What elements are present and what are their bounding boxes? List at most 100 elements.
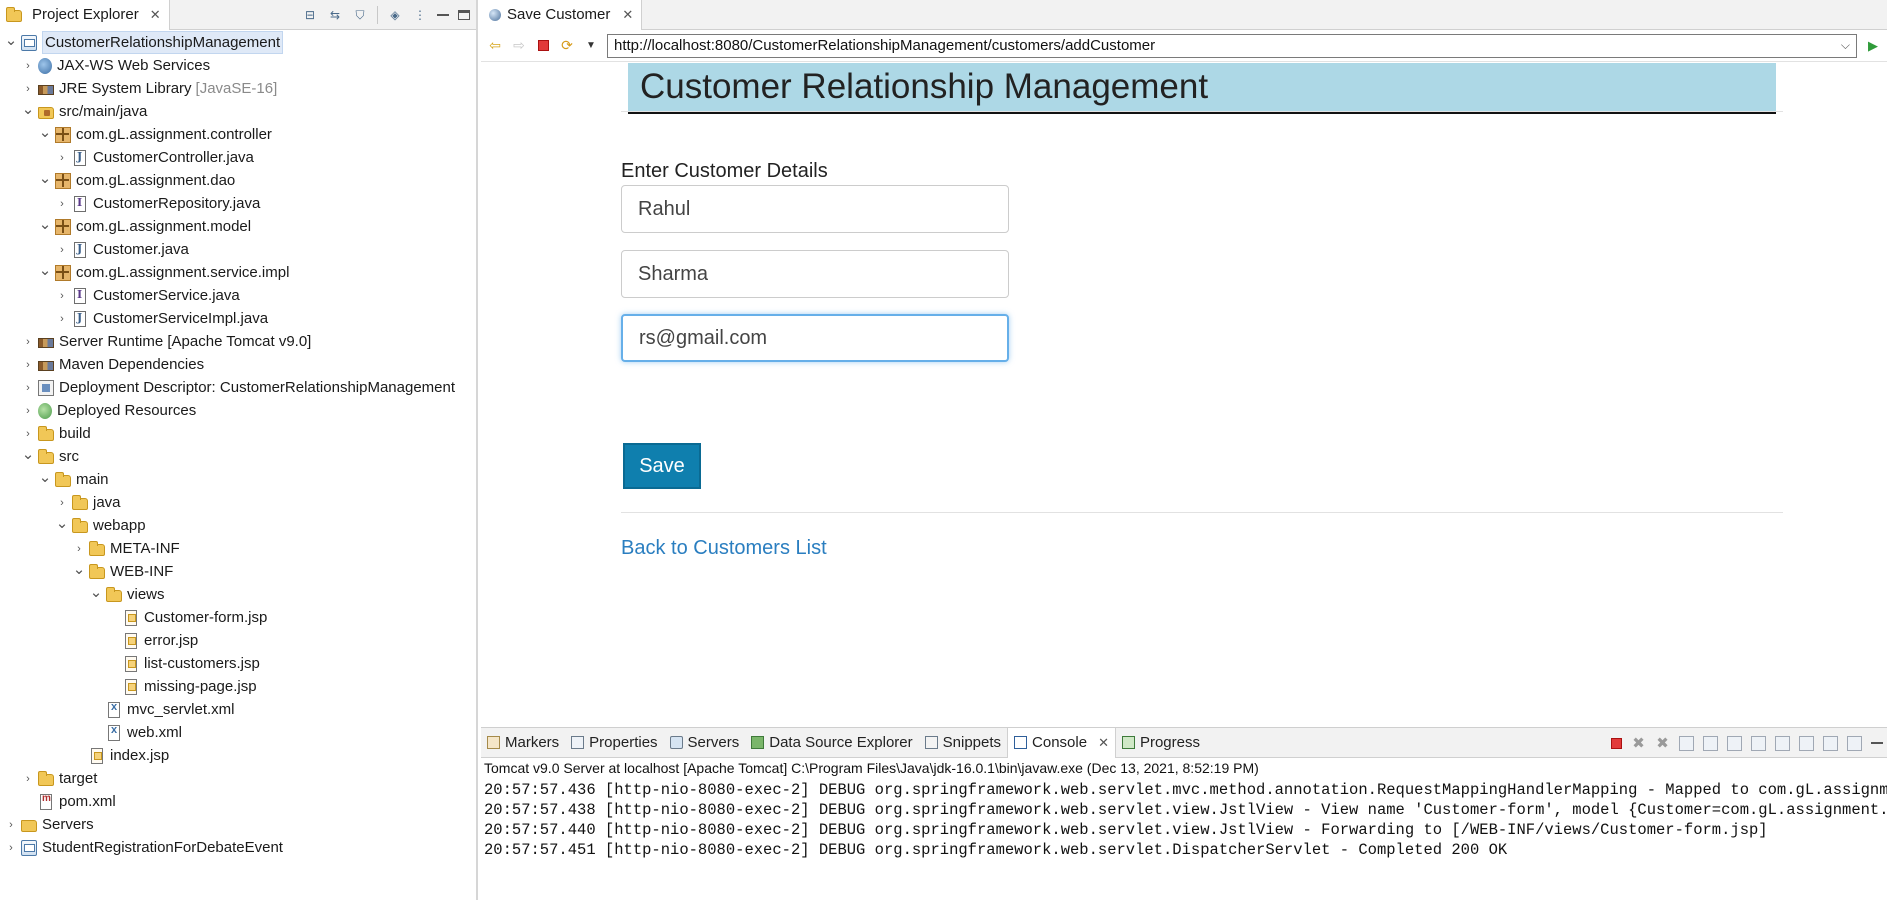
tree-item[interactable]: ⌄ views: [0, 583, 476, 606]
close-icon[interactable]: ✕: [150, 7, 161, 23]
tree-item[interactable]: ⌄ com.gL.assignment.service.impl: [0, 261, 476, 284]
chevron-right-icon[interactable]: ›: [21, 404, 35, 418]
chevron-right-icon[interactable]: ›: [21, 59, 35, 73]
link-with-editor-icon[interactable]: ⇆: [327, 7, 343, 23]
chevron-right-icon[interactable]: ›: [55, 496, 69, 510]
tree-item[interactable]: › META-INF: [0, 537, 476, 560]
tree-item[interactable]: ›missing-page.jsp: [0, 675, 476, 698]
console-tab[interactable]: Data Source Explorer: [745, 728, 918, 758]
tree-item[interactable]: › target: [0, 767, 476, 790]
pin-console-icon[interactable]: [1799, 735, 1814, 751]
console-tab[interactable]: Servers: [664, 728, 746, 758]
remove-launch-icon[interactable]: ✖: [1631, 736, 1646, 751]
tree-item[interactable]: › Deployed Resources: [0, 399, 476, 422]
tree-item[interactable]: › Customer.java: [0, 238, 476, 261]
chevron-down-icon[interactable]: ⌄: [38, 262, 52, 279]
tree-item[interactable]: › CustomerService.java: [0, 284, 476, 307]
chevron-down-icon[interactable]: ⌄: [4, 32, 18, 49]
tree-item[interactable]: ›web.xml: [0, 721, 476, 744]
chevron-down-icon[interactable]: ⌄: [72, 561, 86, 578]
refresh-icon[interactable]: ⟳: [559, 37, 575, 54]
back-to-customers-link[interactable]: Back to Customers List: [621, 537, 827, 560]
collapse-all-icon[interactable]: ⊟: [302, 7, 318, 23]
view-menu-icon[interactable]: ⋮: [412, 7, 428, 23]
chevron-right-icon[interactable]: ›: [21, 427, 35, 441]
tree-item[interactable]: › java: [0, 491, 476, 514]
stop-button[interactable]: [535, 38, 551, 54]
terminate-icon[interactable]: [1611, 737, 1622, 749]
minimize-icon[interactable]: [437, 14, 449, 16]
show-stdout-icon[interactable]: [1751, 735, 1766, 751]
tree-item[interactable]: ⌄ webapp: [0, 514, 476, 537]
focus-icon[interactable]: ◈: [387, 7, 403, 23]
filter-icon[interactable]: ⛉: [352, 7, 368, 23]
close-icon[interactable]: ✕: [622, 7, 633, 23]
console-tab[interactable]: Snippets: [919, 728, 1007, 758]
chevron-right-icon[interactable]: ›: [4, 841, 18, 855]
first-name-field[interactable]: [621, 185, 1009, 233]
chevron-down-icon[interactable]: ▼: [583, 38, 599, 54]
tree-item[interactable]: › StudentRegistrationForDebateEvent: [0, 836, 476, 859]
chevron-right-icon[interactable]: ›: [21, 772, 35, 786]
tree-item[interactable]: ⌄ com.gL.assignment.controller: [0, 123, 476, 146]
open-console-icon[interactable]: [1847, 735, 1862, 751]
word-wrap-icon[interactable]: [1727, 735, 1742, 751]
tree-item[interactable]: ⌄ main: [0, 468, 476, 491]
chevron-right-icon[interactable]: ›: [21, 358, 35, 372]
last-name-field[interactable]: [621, 250, 1009, 298]
chevron-down-icon[interactable]: ⌄: [55, 515, 69, 532]
chevron-right-icon[interactable]: ›: [21, 82, 35, 96]
chevron-right-icon[interactable]: ›: [4, 818, 18, 832]
tree-item[interactable]: ⌄ com.gL.assignment.dao: [0, 169, 476, 192]
chevron-down-icon[interactable]: ⌄: [38, 124, 52, 141]
show-stderr-icon[interactable]: [1775, 735, 1790, 751]
maximize-icon[interactable]: [458, 10, 470, 20]
project-explorer-tab[interactable]: Project Explorer ✕: [0, 0, 170, 30]
back-arrow-icon[interactable]: ⇦: [487, 37, 503, 54]
console-tab[interactable]: Properties: [565, 728, 663, 758]
tree-item[interactable]: › JRE System Library [JavaSE-16]: [0, 77, 476, 100]
console-tab[interactable]: Console ✕: [1007, 727, 1116, 758]
tree-item[interactable]: ›Customer-form.jsp: [0, 606, 476, 629]
close-icon[interactable]: ✕: [1098, 735, 1109, 751]
tree-item[interactable]: ⌄ CustomerRelationshipManagement: [0, 31, 476, 54]
minimize-icon[interactable]: [1871, 742, 1883, 744]
chevron-down-icon[interactable]: ⌄: [21, 101, 35, 118]
tree-item[interactable]: ›list-customers.jsp: [0, 652, 476, 675]
scroll-lock-icon[interactable]: [1703, 735, 1718, 751]
display-console-icon[interactable]: [1823, 735, 1838, 751]
tree-item[interactable]: › CustomerServiceImpl.java: [0, 307, 476, 330]
tree-item[interactable]: › CustomerRepository.java: [0, 192, 476, 215]
remove-all-icon[interactable]: ✖: [1655, 736, 1670, 751]
chevron-right-icon[interactable]: ›: [72, 542, 86, 556]
tree-item[interactable]: ⌄ src: [0, 445, 476, 468]
chevron-down-icon[interactable]: ⌵: [1841, 38, 1850, 53]
chevron-right-icon[interactable]: ›: [55, 151, 69, 165]
tree-item[interactable]: › Server Runtime [Apache Tomcat v9.0]: [0, 330, 476, 353]
tree-item[interactable]: › Servers: [0, 813, 476, 836]
tree-item[interactable]: › Deployment Descriptor: CustomerRelation…: [0, 376, 476, 399]
chevron-down-icon[interactable]: ⌄: [38, 216, 52, 233]
chevron-right-icon[interactable]: ›: [55, 197, 69, 211]
chevron-right-icon[interactable]: ›: [21, 381, 35, 395]
chevron-down-icon[interactable]: ⌄: [38, 469, 52, 486]
chevron-down-icon[interactable]: ⌄: [38, 170, 52, 187]
tree-item[interactable]: › build: [0, 422, 476, 445]
tree-item[interactable]: › JAX-WS Web Services: [0, 54, 476, 77]
tree-item[interactable]: ›error.jsp: [0, 629, 476, 652]
editor-tab-save-customer[interactable]: Save Customer ✕: [481, 0, 643, 30]
tree-item[interactable]: ›index.jsp: [0, 744, 476, 767]
tree-item[interactable]: ›mvc_servlet.xml: [0, 698, 476, 721]
console-tab[interactable]: Markers: [481, 728, 565, 758]
email-field[interactable]: [621, 314, 1009, 362]
tree-item[interactable]: › Maven Dependencies: [0, 353, 476, 376]
chevron-down-icon[interactable]: ⌄: [89, 584, 103, 601]
chevron-down-icon[interactable]: ⌄: [21, 446, 35, 463]
tree-item[interactable]: ⌄ WEB-INF: [0, 560, 476, 583]
tree-item[interactable]: ›pom.xml: [0, 790, 476, 813]
save-button[interactable]: Save: [623, 443, 701, 489]
console-tab[interactable]: Progress: [1116, 728, 1206, 758]
clear-console-icon[interactable]: [1679, 735, 1694, 751]
tree-item[interactable]: ⌄ com.gL.assignment.model: [0, 215, 476, 238]
tree-item[interactable]: ⌄ src/main/java: [0, 100, 476, 123]
